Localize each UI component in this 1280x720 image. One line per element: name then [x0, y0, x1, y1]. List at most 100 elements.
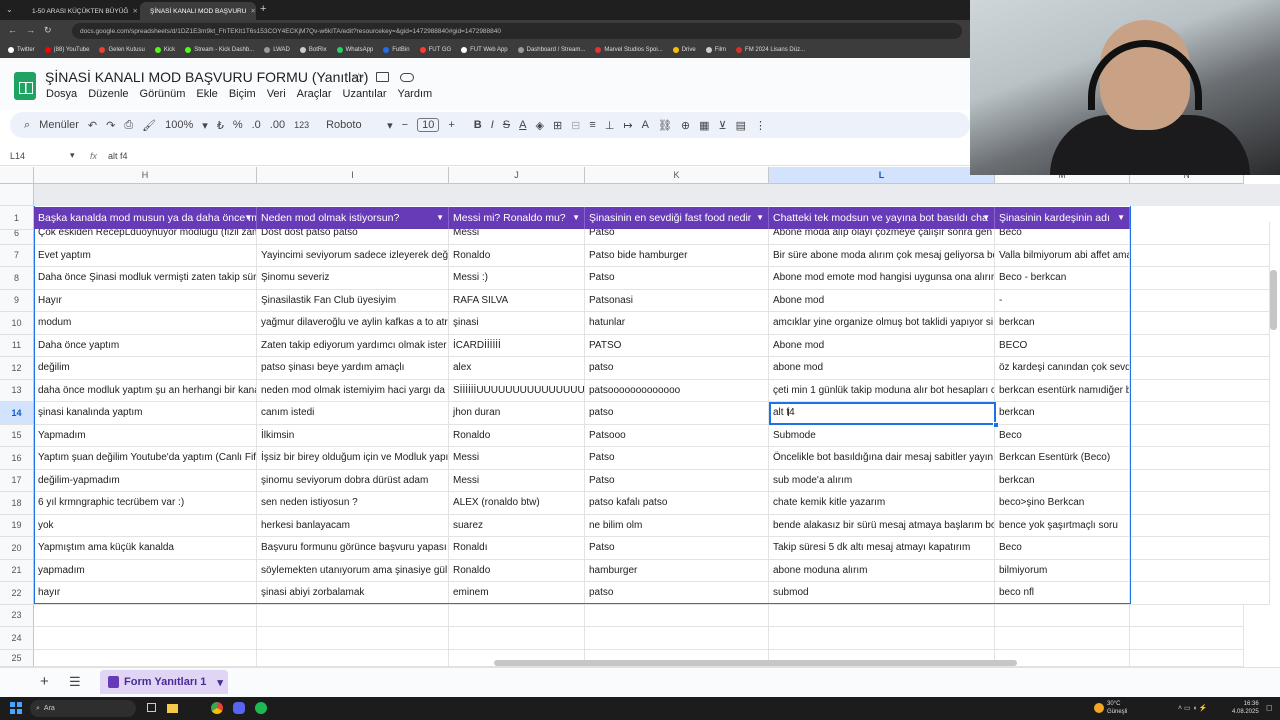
star-icon[interactable]: ☆ [353, 70, 365, 86]
table-cell[interactable]: Patsonasi [585, 289, 769, 312]
table-cell[interactable] [1130, 379, 1270, 402]
table-cell[interactable] [1130, 492, 1270, 515]
table-cell[interactable]: alex [449, 357, 585, 380]
table-cell[interactable] [1130, 402, 1270, 425]
notifications-icon[interactable]: ◻ [1266, 703, 1273, 712]
table-cell[interactable] [1130, 357, 1270, 380]
table-cell[interactable]: chate kemik kitle yazarım [769, 492, 995, 515]
table-cell[interactable] [1130, 334, 1270, 357]
table-cell[interactable] [1130, 424, 1270, 447]
chevron-down-icon[interactable]: ▼ [982, 213, 990, 222]
increase-decimal-button[interactable]: .00 [270, 119, 285, 131]
table-cell[interactable]: Başvuru formunu görünce başvuru yapası [257, 537, 449, 560]
borders-icon[interactable]: ⊞ [553, 119, 562, 132]
table-cell[interactable]: daha önce modluk yaptım şu an herhangi b… [34, 379, 257, 402]
horizontal-scrollbar[interactable] [494, 660, 1017, 666]
bookmark[interactable]: FUT GG [419, 47, 451, 53]
tray-icons[interactable]: ˄ ▭ ◖ ⚡ [1178, 704, 1207, 712]
formula-input[interactable]: alt f4 [108, 151, 128, 161]
menu-item[interactable]: Görünüm [140, 88, 186, 100]
text-wrap-icon[interactable]: ↦ [623, 119, 632, 132]
table-cell[interactable] [1130, 559, 1270, 582]
form-question-header[interactable]: Şinasinin kardeşinin adı ▼ [995, 207, 1130, 229]
table-cell[interactable] [1130, 582, 1270, 605]
column-header[interactable]: H [34, 167, 257, 184]
document-title[interactable]: ŞİNASİ KANALI MOD BAŞVURU FORMU (Yanıtla… [45, 69, 368, 85]
url-input[interactable]: docs.google.com/spreadsheets/d/1DZ1E3m9k… [72, 23, 962, 39]
row-number[interactable]: 20 [0, 537, 34, 560]
spotify-icon[interactable] [255, 702, 267, 714]
table-cell[interactable]: Zaten takip ediyorum yardımcı olmak iste… [257, 334, 449, 357]
search-icon[interactable]: ⌕ [24, 119, 30, 132]
chrome-icon[interactable] [211, 702, 223, 714]
table-cell[interactable]: yapmadım [34, 559, 257, 582]
chevron-down-icon[interactable]: ▼ [1117, 213, 1125, 222]
percent-button[interactable]: % [233, 119, 243, 131]
table-cell[interactable] [769, 604, 995, 627]
table-cell[interactable] [1130, 604, 1244, 627]
table-cell[interactable] [1130, 649, 1244, 667]
bookmark[interactable]: FM 2024 Lisans Düz... [736, 47, 805, 53]
windows-start-icon[interactable] [10, 702, 22, 714]
table-cell[interactable]: Yapmadım [34, 424, 257, 447]
table-cell[interactable]: jhon duran [449, 402, 585, 425]
table-cell[interactable]: abone moduna alırım [769, 559, 995, 582]
menus-search-button[interactable]: Menüler [39, 119, 79, 131]
weather-widget[interactable]: 30°C Güneşli [1107, 700, 1127, 716]
discord-icon[interactable] [233, 702, 245, 714]
row-number[interactable]: 9 [0, 289, 34, 312]
bookmark[interactable]: BotRix [299, 47, 327, 53]
table-cell[interactable]: RAFA SILVA [449, 289, 585, 312]
chevron-down-icon[interactable]: ▾ [217, 676, 223, 689]
row-number[interactable]: 14 [0, 402, 34, 425]
align-vertical-icon[interactable]: ⊥ [605, 119, 615, 132]
row-number[interactable]: 23 [0, 604, 34, 627]
table-cell[interactable] [1130, 514, 1270, 537]
table-cell[interactable]: hayır [34, 582, 257, 605]
table-cell[interactable]: Bir süre abone moda alırım çok mesaj gel… [769, 244, 995, 267]
comment-icon[interactable]: ⊕ [681, 119, 690, 132]
table-cell[interactable]: modum [34, 312, 257, 335]
table-cell[interactable]: değilim [34, 357, 257, 380]
font-select[interactable]: Roboto [326, 119, 378, 131]
file-explorer-icon[interactable] [167, 704, 178, 713]
chevron-down-icon[interactable]: ▼ [436, 213, 444, 222]
sheet-tab[interactable]: Form Yanıtları 1 ▾ [100, 670, 228, 694]
chevron-down-icon[interactable]: ▾ [387, 119, 393, 132]
table-cell[interactable]: SİİİİİİUUUUUUUUUUUUUUUUU [449, 379, 585, 402]
select-all-corner[interactable] [0, 167, 34, 184]
all-sheets-icon[interactable]: ☰ [69, 674, 81, 690]
table-cell[interactable]: 6 yıl krmngraphic tecrübem var :) [34, 492, 257, 515]
bookmark[interactable]: Stream - Kick Dashb... [185, 47, 254, 53]
row-number[interactable]: 19 [0, 514, 34, 537]
browser-tab-2[interactable]: ŞİNASİ KANALI MOD BAŞVURU ✕ [140, 2, 256, 20]
row-number[interactable]: 18 [0, 492, 34, 515]
form-question-header[interactable]: Başka kanalda mod musun ya da daha önce … [34, 207, 257, 229]
link-icon[interactable]: ⛓ [658, 119, 672, 132]
form-question-header[interactable]: Messi mi? Ronaldo mu? ▼ [449, 207, 585, 229]
chevron-down-icon[interactable]: ▾ [70, 150, 90, 161]
text-rotate-icon[interactable]: A [642, 119, 649, 131]
table-cell[interactable]: Öncelikle bot basıldığına dair mesaj sab… [769, 447, 995, 470]
table-cell[interactable]: neden mod olmak istemiyim haci yargı da [257, 379, 449, 402]
row-number[interactable]: 11 [0, 334, 34, 357]
menu-item[interactable]: Biçim [229, 88, 256, 100]
table-cell[interactable] [34, 649, 257, 667]
table-cell[interactable]: patso [585, 582, 769, 605]
table-cell[interactable]: Abone mod [769, 334, 995, 357]
font-size-increase-icon[interactable]: + [448, 119, 454, 131]
table-cell[interactable]: şinasi abiyi zorbalamak [257, 582, 449, 605]
table-cell[interactable]: çeti min 1 günlük takip moduna alır bot … [769, 379, 995, 402]
table-cell[interactable]: hamburger [585, 559, 769, 582]
table-cell[interactable]: ne bilim olm [585, 514, 769, 537]
table-cell[interactable] [1130, 537, 1270, 560]
table-cell[interactable] [34, 604, 257, 627]
table-cell[interactable]: Yapmıştım ama küçük kanalda [34, 537, 257, 560]
table-cell[interactable] [1130, 289, 1270, 312]
table-cell[interactable]: İCARDİİİİİİ [449, 334, 585, 357]
table-cell[interactable]: Messi :) [449, 267, 585, 290]
table-cell[interactable]: yağmur dilaveroğlu ve aylin kafkas a to … [257, 312, 449, 335]
print-icon[interactable]: ⎙ [124, 119, 133, 132]
new-tab-button[interactable]: + [260, 3, 266, 15]
table-cell[interactable]: ALEX (ronaldo btw) [449, 492, 585, 515]
